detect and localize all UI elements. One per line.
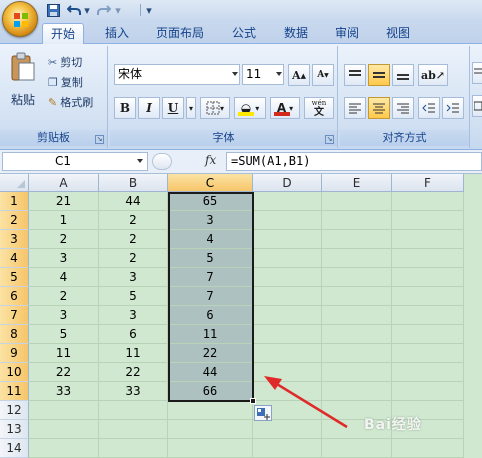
- red-arrow-annotation: [264, 376, 348, 429]
- office-logo-icon: [14, 13, 28, 27]
- office-button[interactable]: [2, 1, 38, 37]
- watermark: Bai经验: [364, 417, 422, 433]
